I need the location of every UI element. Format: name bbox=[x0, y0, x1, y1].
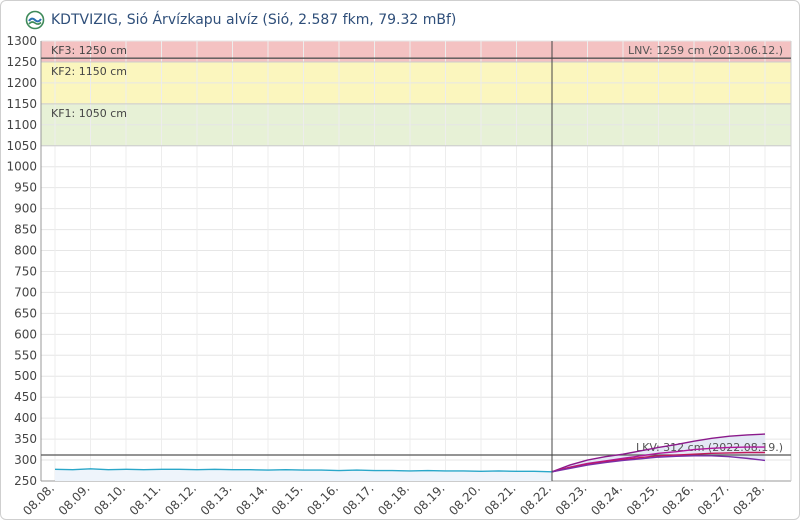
alert-band-label-2: KF2: 1150 cm bbox=[51, 65, 127, 78]
x-tick-label: 08.28. bbox=[730, 481, 767, 518]
x-tick-label: 08.25. bbox=[624, 481, 661, 518]
y-tick-label: 1200 bbox=[6, 76, 37, 90]
x-tick-label: 08.27. bbox=[695, 481, 732, 518]
x-tick-label: 08.15. bbox=[269, 481, 306, 518]
y-tick-label: 600 bbox=[14, 327, 37, 341]
y-tick-label: 700 bbox=[14, 285, 37, 299]
y-tick-label: 1050 bbox=[6, 139, 37, 153]
y-tick-label: 1300 bbox=[6, 34, 37, 48]
x-tick-label: 08.18. bbox=[375, 481, 412, 518]
y-tick-label: 1250 bbox=[6, 55, 37, 69]
x-tick-label: 08.09. bbox=[56, 481, 93, 518]
alert-band-label-1: KF3: 1250 cm bbox=[51, 44, 127, 57]
y-tick-label: 950 bbox=[14, 181, 37, 195]
y-tick-label: 400 bbox=[14, 411, 37, 425]
y-tick-label: 550 bbox=[14, 348, 37, 362]
x-tick-label: 08.11. bbox=[127, 481, 164, 518]
y-tick-label: 800 bbox=[14, 244, 37, 258]
y-tick-label: 1150 bbox=[6, 97, 37, 111]
y-tick-label: 900 bbox=[14, 202, 37, 216]
y-tick-label: 250 bbox=[14, 474, 37, 488]
x-tick-label: 08.24. bbox=[588, 481, 625, 518]
y-tick-label: 500 bbox=[14, 369, 37, 383]
hydrograph-chart[interactable]: 250 300 350 400 450 500 550 600 650 700 750 800 850 9… bbox=[1, 1, 799, 519]
x-tick-label: 08.19. bbox=[411, 481, 448, 518]
y-tick-label: 650 bbox=[14, 306, 37, 320]
x-tick-label: 08.10. bbox=[91, 481, 128, 518]
x-tick-label: 08.17. bbox=[340, 481, 377, 518]
x-tick-label: 08.20. bbox=[446, 481, 483, 518]
y-tick-label: 850 bbox=[14, 223, 37, 237]
x-tick-label: 08.21. bbox=[482, 481, 519, 518]
x-tick-label: 08.22. bbox=[517, 481, 554, 518]
x-tick-label: 08.13. bbox=[198, 481, 235, 518]
chart-frame: KDTVIZIG, Sió Árvízkapu alvíz (Sió, 2.58… bbox=[0, 0, 800, 520]
y-tick-label: 1100 bbox=[6, 118, 37, 132]
x-tick-label: 08.14. bbox=[233, 481, 270, 518]
y-tick-label: 450 bbox=[14, 390, 37, 404]
reference-line-label-1: LNV: 1259 cm (2013.06.12.) bbox=[628, 44, 783, 57]
x-tick-label: 08.12. bbox=[162, 481, 199, 518]
x-tick-label: 08.26. bbox=[659, 481, 696, 518]
y-tick-label: 1000 bbox=[6, 160, 37, 174]
alert-band-label-3: KF1: 1050 cm bbox=[51, 107, 127, 120]
y-tick-label: 350 bbox=[14, 432, 37, 446]
x-tick-label: 08.23. bbox=[553, 481, 590, 518]
y-tick-label: 300 bbox=[14, 453, 37, 467]
y-tick-label: 750 bbox=[14, 264, 37, 278]
x-tick-label: 08.16. bbox=[304, 481, 341, 518]
